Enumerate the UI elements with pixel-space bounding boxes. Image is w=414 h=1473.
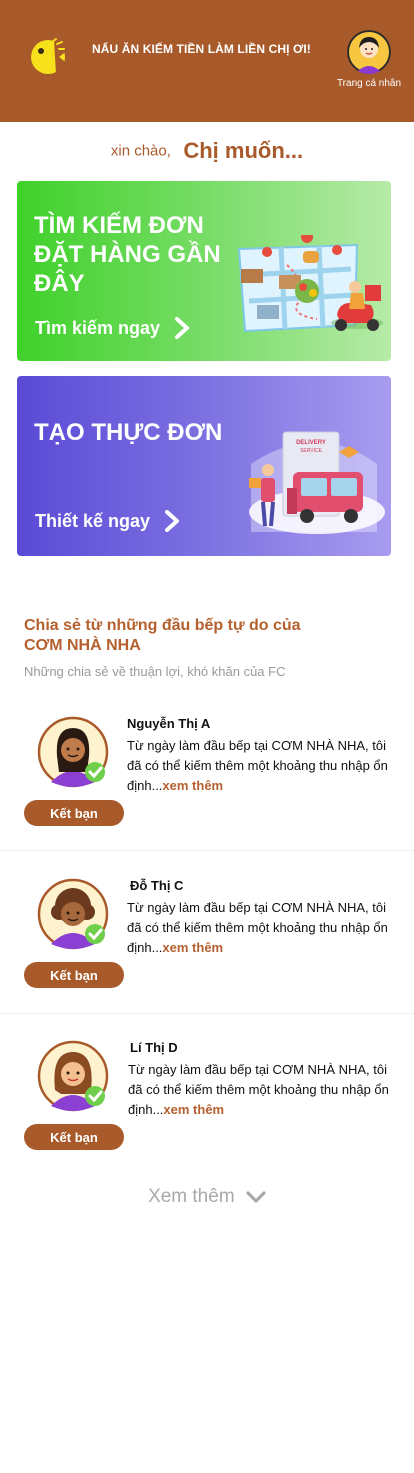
read-more-link[interactable]: xem thêm bbox=[163, 1102, 224, 1117]
chevron-down-icon bbox=[246, 1191, 266, 1203]
create-menu-action[interactable]: Thiết kế ngay bbox=[35, 510, 180, 532]
divider bbox=[0, 1013, 414, 1014]
chef-avatar-icon bbox=[37, 878, 109, 950]
find-orders-action-label: Tìm kiếm ngay bbox=[35, 317, 161, 338]
greeting: xin chào, Chị muốn... bbox=[0, 138, 414, 164]
profile-avatar-icon bbox=[347, 30, 391, 74]
truck-sign-text-2: SERVICE bbox=[300, 448, 323, 454]
section-title: Chia sẻ từ những đầu bếp tự do của CƠM N… bbox=[24, 617, 301, 654]
map-delivery-illustration bbox=[237, 235, 383, 333]
chef-quote: Từ ngày làm đầu bếp tại CƠM NHÀ NHA, tôi… bbox=[127, 898, 402, 958]
divider bbox=[0, 850, 414, 851]
greeting-question: Chị muốn... bbox=[183, 138, 304, 163]
profile-button[interactable]: Trang cá nhân bbox=[330, 30, 408, 89]
section-subtitle: Những chia sẻ về thuận lợi, khó khăn của… bbox=[24, 664, 286, 679]
chef-name: Đỗ Thị C bbox=[130, 878, 184, 893]
logo-icon bbox=[31, 38, 68, 74]
chef-name: Nguyễn Thị A bbox=[127, 716, 211, 731]
chevron-right-icon bbox=[175, 317, 190, 339]
find-orders-title: TÌM KIẾM ĐƠN ĐẶT HÀNG GẦN ĐÂY bbox=[34, 212, 221, 297]
find-orders-card[interactable]: TÌM KIẾM ĐƠN ĐẶT HÀNG GẦN ĐÂY Tìm kiếm n… bbox=[17, 181, 391, 361]
chef-quote: Từ ngày làm đầu bếp tại CƠM NHÀ NHA, tôi… bbox=[127, 736, 402, 796]
chef-card: Đỗ Thị C Từ ngày làm đầu bếp tại CƠM NHÀ… bbox=[0, 862, 414, 1022]
add-friend-button[interactable]: Kết bạn bbox=[24, 1124, 124, 1150]
chef-name: Lí Thị D bbox=[130, 1040, 178, 1055]
chef-card: Nguyễn Thị A Từ ngày làm đầu bếp tại CƠM… bbox=[0, 700, 414, 860]
chef-card: Lí Thị D Từ ngày làm đầu bếp tại CƠM NHÀ… bbox=[0, 1024, 414, 1184]
see-more-label: Xem thêm bbox=[148, 1186, 235, 1207]
add-friend-button[interactable]: Kết bạn bbox=[24, 962, 124, 988]
profile-label: Trang cá nhân bbox=[336, 78, 402, 89]
read-more-link[interactable]: xem thêm bbox=[162, 778, 223, 793]
app-header: NẤU ĂN KIẾM TIỀN LÀM LIỀN CHỊ ƠI! Trang … bbox=[0, 0, 414, 122]
add-friend-button[interactable]: Kết bạn bbox=[24, 800, 124, 826]
see-more-button[interactable]: Xem thêm bbox=[0, 1186, 414, 1208]
find-orders-action[interactable]: Tìm kiếm ngay bbox=[35, 317, 190, 339]
delivery-truck-illustration: DELIVERY SERVICE bbox=[249, 431, 385, 534]
chevron-right-icon bbox=[165, 510, 180, 532]
create-menu-action-label: Thiết kế ngay bbox=[35, 510, 151, 531]
create-menu-title: TẠO THỰC ĐƠN bbox=[34, 419, 223, 446]
chef-avatar-icon bbox=[37, 716, 109, 788]
create-menu-card[interactable]: TẠO THỰC ĐƠN Thiết kế ngay DELIVERY SERV… bbox=[17, 376, 391, 556]
chef-avatar-icon bbox=[37, 1040, 109, 1112]
greeting-hello: xin chào, bbox=[110, 142, 171, 160]
app-title: NẤU ĂN KIẾM TIỀN LÀM LIỀN CHỊ ƠI! bbox=[92, 42, 311, 56]
chef-quote: Từ ngày làm đầu bếp tại CƠM NHÀ NHA, tôi… bbox=[128, 1060, 403, 1120]
truck-sign-text: DELIVERY bbox=[296, 440, 326, 446]
read-more-link[interactable]: xem thêm bbox=[162, 940, 223, 955]
